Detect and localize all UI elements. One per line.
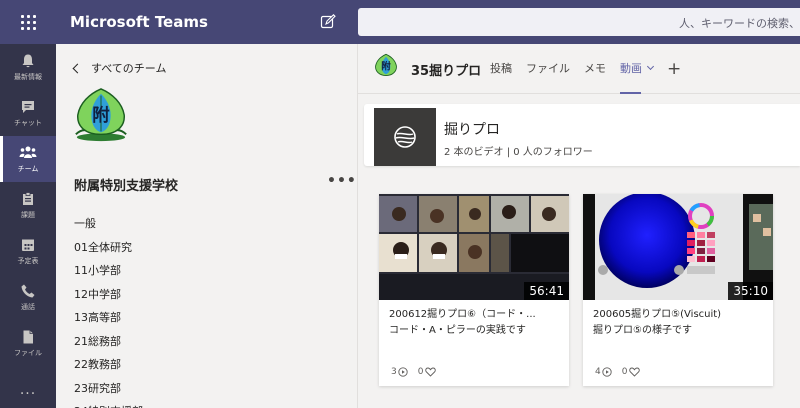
video-title: 200612掘りプロ⑥（コード・... [389,309,536,320]
phone-icon [21,284,35,297]
stream-channel-title: 掘りプロ [444,122,500,138]
video-stats: 3 0 [391,367,446,377]
channel-tabs: 投稿 ファイル メモ 動画 + [490,44,681,94]
search-placeholder: 人、キーワードの検索、 [679,17,800,30]
video-card[interactable]: 35:10 200605掘りプロ⑤(Viscuit) 掘りプロ⑤の様子です 4 … [583,194,773,386]
view-count: 4 [595,367,601,377]
team-logo: 附 [75,88,127,142]
channel-item[interactable]: 01全体研究 [74,236,143,260]
stream-channel-card[interactable]: 掘りプロ 2 本のビデオ | 0 人のフォロワー [364,104,800,166]
channel-item[interactable]: 21総務部 [74,330,143,354]
compose-icon [320,14,336,29]
video-card[interactable]: 56:41 200612掘りプロ⑥（コード・... コード・A・ピラーの実践です… [379,194,569,386]
rail-item-label: 最新情報 [14,72,42,81]
search-input[interactable]: 人、キーワードの検索、 [358,8,800,36]
video-description: 掘りプロ⑤の様子です [593,325,692,336]
play-circle-icon [398,367,408,377]
like-count: 0 [621,367,628,377]
top-bar: Microsoft Teams 人、キーワードの検索、 [0,0,800,44]
channel-item[interactable]: 24特別支援部 [74,400,143,408]
video-thumbnail: 35:10 [583,194,773,300]
new-chat-button[interactable] [314,8,342,36]
rail-item-label: チーム [17,164,39,173]
chevron-left-icon [72,63,83,73]
channel-item[interactable]: 11小学部 [74,259,143,283]
view-count: 3 [391,367,397,377]
rail-item-label: ファイル [14,348,42,357]
app-title: Microsoft Teams [70,13,208,31]
rail-item-files[interactable]: ファイル [0,320,56,366]
rail-item-label: 課題 [21,210,35,219]
tab-posts[interactable]: 投稿 [490,44,512,94]
file-icon [23,330,33,343]
back-to-all-teams-link[interactable]: すべてのチーム [72,60,167,76]
channel-header: 附 35掘りプロ 投稿 ファイル メモ 動画 + [358,44,800,94]
channel-item[interactable]: 一般 [74,212,143,236]
more-apps-button[interactable]: ... [0,382,56,398]
bell-icon [22,54,34,67]
teams-icon [19,146,37,158]
like-count: 0 [417,367,424,377]
rail-item-assignments[interactable]: 課題 [0,182,56,228]
rail-item-activity[interactable]: 最新情報 [0,44,56,90]
waffle-icon [20,14,36,30]
back-label: すべてのチーム [91,62,167,75]
video-duration: 35:10 [728,282,773,300]
channel-item[interactable]: 23研究部 [74,377,143,401]
channel-team-logo: 附 [375,53,397,76]
video-thumbnail: 56:41 [379,194,569,300]
tab-files[interactable]: ファイル [526,44,570,94]
stream-channel-meta: 2 本のビデオ | 0 人のフォロワー [444,147,593,158]
channel-item[interactable]: 13高等部 [74,306,143,330]
channel-list: 一般 01全体研究 11小学部 12中学部 13高等部 21総務部 22教務部 … [74,212,143,408]
heart-icon[interactable] [425,367,437,377]
calendar-icon [22,239,34,251]
chevron-down-icon [646,62,655,71]
heart-icon[interactable] [629,367,641,377]
add-tab-button[interactable]: + [667,44,681,94]
app-launcher-button[interactable] [0,0,56,44]
tab-notes[interactable]: メモ [584,44,606,94]
logo-text: 附 [92,105,110,126]
video-title: 200605掘りプロ⑤(Viscuit) [593,309,722,320]
rail-item-label: 通話 [21,302,35,311]
rail-item-calendar[interactable]: 予定表 [0,228,56,274]
assignments-icon [23,191,33,205]
logo-text: 附 [381,60,391,72]
video-duration: 56:41 [524,282,569,300]
team-panel: すべてのチーム 附 附属特別支援学校 ••• 一般 01全体研究 11小学部 1… [56,44,358,408]
rail-item-chat[interactable]: チャット [0,90,56,136]
rail-item-teams[interactable]: チーム [0,136,56,182]
play-circle-icon [602,367,612,377]
channel-content: 附 35掘りプロ 投稿 ファイル メモ 動画 + 掘りプロ 2 本のビデオ | … [358,44,800,408]
rail-item-calls[interactable]: 通話 [0,274,56,320]
team-more-options-button[interactable]: ••• [327,173,357,189]
channel-item[interactable]: 22教務部 [74,353,143,377]
rail-item-label: 予定表 [17,256,39,265]
tab-videos[interactable]: 動画 [620,44,655,94]
app-rail: 最新情報 チャット チーム 課題 予定表 通話 ファイル ... [0,44,56,408]
rail-item-label: チャット [14,118,42,127]
team-name: 附属特別支援学校 [74,179,179,194]
channel-item[interactable]: 12中学部 [74,283,143,307]
tab-videos-label: 動画 [620,62,642,75]
chat-icon [22,100,34,113]
stream-icon [394,126,416,148]
video-stats: 4 0 [595,367,650,377]
channel-name: 35掘りプロ [411,64,482,79]
video-description: コード・A・ピラーの実践です [389,325,526,336]
stream-channel-icon [374,108,436,166]
